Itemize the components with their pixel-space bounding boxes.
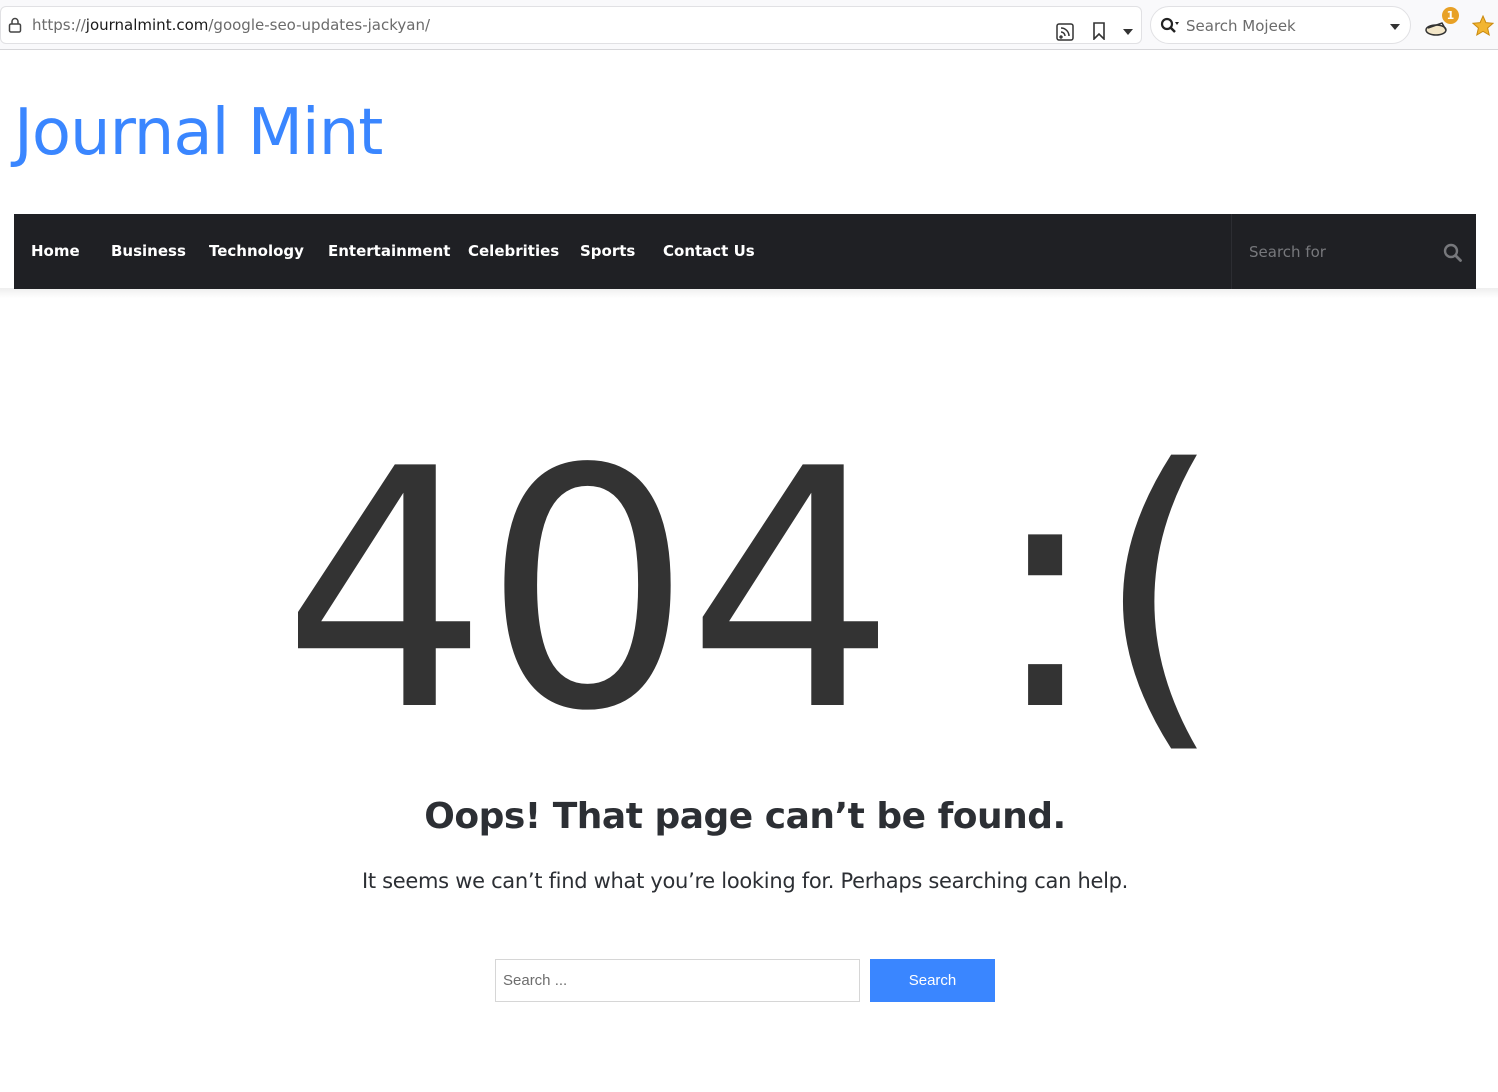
search-icon	[1160, 17, 1179, 33]
nav-shadow	[0, 288, 1498, 298]
nav-item-entertainment[interactable]: Entertainment	[328, 242, 450, 260]
error-title: Oops! That page can’t be found.	[424, 796, 1066, 837]
search-input[interactable]	[495, 959, 860, 1002]
main-navigation: Home Business Technology Entertainment C…	[14, 214, 1476, 289]
star-icon[interactable]	[1472, 15, 1494, 37]
browser-search-placeholder: Search Mojeek	[1186, 17, 1296, 35]
site-logo[interactable]: Journal Mint	[14, 96, 383, 170]
url-domain: journalmint.com	[85, 16, 209, 34]
nav-item-celebrities[interactable]: Celebrities	[468, 242, 559, 260]
error-message: It seems we can’t find what you’re looki…	[361, 869, 1129, 893]
error-code-404: 404 :(	[298, 399, 1198, 775]
error-code-text: 404 :(	[298, 399, 1198, 775]
search-icon[interactable]	[1443, 243, 1462, 262]
bookmark-icon[interactable]	[1092, 22, 1106, 40]
url-text[interactable]: https://journalmint.com/google-seo-updat…	[32, 16, 430, 34]
nav-item-home[interactable]: Home	[31, 242, 80, 260]
nav-search	[1231, 214, 1476, 289]
browser-toolbar: https://journalmint.com/google-seo-updat…	[0, 0, 1498, 50]
nav-item-contact-us[interactable]: Contact Us	[663, 242, 755, 260]
extension-badge: 1	[1442, 7, 1459, 24]
chevron-down-icon[interactable]	[1389, 23, 1401, 31]
browser-search-box[interactable]: Search Mojeek	[1150, 6, 1411, 44]
reader-view-icon[interactable]	[1056, 23, 1074, 41]
nav-item-technology[interactable]: Technology	[209, 242, 304, 260]
lock-icon[interactable]	[8, 17, 22, 33]
chevron-down-icon[interactable]	[1122, 28, 1134, 36]
nav-search-input[interactable]	[1232, 214, 1432, 289]
nav-item-business[interactable]: Business	[111, 242, 186, 260]
nav-item-sports[interactable]: Sports	[580, 242, 635, 260]
url-path: /google-seo-updates-jackyan/	[208, 16, 431, 34]
url-scheme: https://	[32, 16, 86, 34]
search-button[interactable]: Search	[870, 959, 995, 1002]
address-bar[interactable]: https://journalmint.com/google-seo-updat…	[0, 6, 1142, 44]
